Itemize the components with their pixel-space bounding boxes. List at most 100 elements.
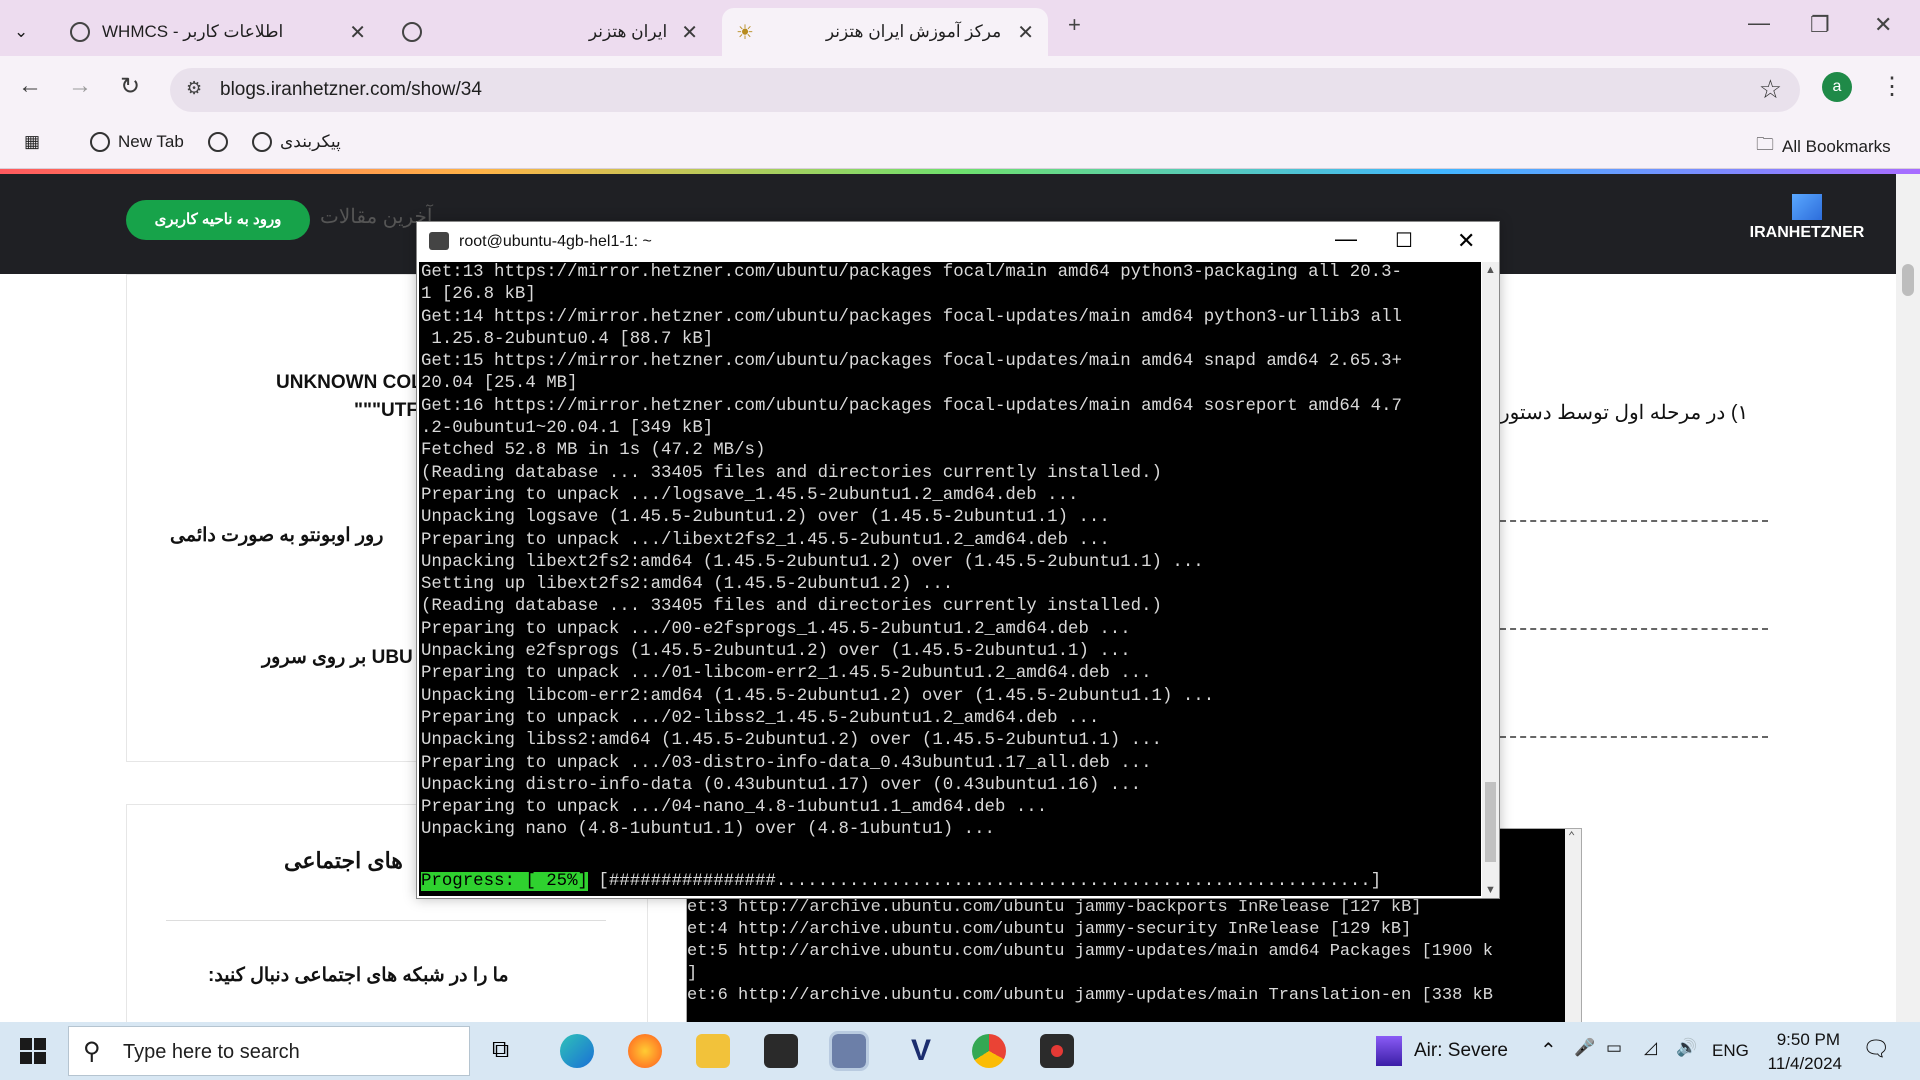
taskbar-search-input[interactable]: ⚲ Type here to search bbox=[68, 1026, 470, 1076]
start-windows-icon[interactable] bbox=[20, 1038, 46, 1064]
divider bbox=[1500, 736, 1768, 738]
file-explorer-icon[interactable] bbox=[696, 1034, 730, 1068]
progress-line: Progress: [ 25%] [################......… bbox=[421, 871, 1392, 893]
terminal-lines: Get:13 https://mirror.hetzner.com/ubuntu… bbox=[421, 263, 1402, 840]
terminal-back-scrollbar[interactable]: ⌃ bbox=[1565, 829, 1581, 1023]
search-icon: ⚲ bbox=[83, 1038, 101, 1065]
weather-text[interactable]: Air: Severe bbox=[1414, 1040, 1508, 1062]
close-icon[interactable]: ✕ bbox=[1017, 20, 1034, 45]
scrollbar-thumb[interactable] bbox=[1485, 782, 1496, 862]
star-icon[interactable]: ☆ bbox=[1759, 74, 1782, 105]
minimize-icon[interactable]: — bbox=[1748, 10, 1770, 36]
back-icon[interactable]: ← bbox=[18, 72, 42, 100]
apps-grid-icon[interactable]: ▦ bbox=[24, 132, 40, 152]
tray-chevron-up-icon[interactable]: ⌃ bbox=[1540, 1038, 1557, 1063]
maximize-icon[interactable]: ☐ bbox=[1395, 228, 1413, 253]
tab-iranhetzner[interactable]: ایران هتزنر ✕ bbox=[388, 8, 712, 56]
bookmark-config[interactable]: پیکربندی bbox=[252, 132, 341, 152]
tab-whmcs[interactable]: WHMCS - اطلاعات کاربر ✕ bbox=[56, 8, 380, 56]
logo-text: IRANHETZNER bbox=[1749, 224, 1865, 241]
left-item-4[interactable]: UBU بر روی سرور bbox=[262, 646, 413, 669]
terminal-scrollbar[interactable]: ▲ ▼ bbox=[1482, 262, 1499, 898]
url-text: blogs.iranhetzner.com/show/34 bbox=[220, 79, 482, 100]
divider bbox=[1500, 520, 1768, 522]
progress-label: Progress: [ 25%] bbox=[421, 872, 588, 891]
social-heading: های اجتماعی bbox=[284, 848, 403, 873]
menu-kebab-icon[interactable]: ⋮ bbox=[1880, 72, 1904, 101]
recorder-icon[interactable] bbox=[1040, 1034, 1074, 1068]
putty-icon bbox=[429, 232, 449, 250]
firefox-icon[interactable] bbox=[628, 1034, 662, 1068]
terminal-output[interactable]: Get:13 https://mirror.hetzner.com/ubuntu… bbox=[419, 262, 1481, 896]
tab-label: مرکز آموزش ایران هتزنر bbox=[825, 22, 1002, 41]
battery-icon[interactable]: ▭ bbox=[1606, 1038, 1622, 1058]
left-item-3[interactable]: رور اوبونتو به صورت دائمی bbox=[170, 524, 383, 547]
terminal-window[interactable]: root@ubuntu-4gb-hel1-1: ~ — ☐ ✕ Get:13 h… bbox=[416, 221, 1500, 899]
close-window-icon[interactable]: ✕ bbox=[1874, 12, 1892, 38]
site-logo[interactable]: IRANHETZNER bbox=[1742, 194, 1872, 254]
terminal-titlebar[interactable]: root@ubuntu-4gb-hel1-1: ~ — ☐ ✕ bbox=[417, 222, 1499, 262]
login-button[interactable]: ورود به ناحیه کاربری bbox=[126, 200, 310, 240]
notifications-icon[interactable]: 🗨 bbox=[1862, 1036, 1890, 1062]
left-item-2[interactable]: """UTF bbox=[354, 400, 418, 422]
step-one-text: ۱) در مرحله اول توسط دستور bbox=[1500, 402, 1749, 424]
scrollbar-thumb[interactable] bbox=[1902, 264, 1914, 296]
clock-date[interactable]: 11/4/2024 bbox=[1762, 1054, 1842, 1074]
bookmark-label: New Tab bbox=[118, 132, 184, 151]
restore-icon[interactable]: ❐ bbox=[1810, 12, 1830, 38]
tab-search-dropdown[interactable]: ⌄ bbox=[0, 8, 54, 56]
chevron-up-icon: ▲ bbox=[1485, 264, 1496, 276]
browser-tab-strip: ⌄ WHMCS - اطلاعات کاربر ✕ ایران هتزنر ✕ … bbox=[0, 0, 1920, 56]
all-bookmarks[interactable]: 🗀 All Bookmarks bbox=[1756, 132, 1891, 162]
taskbar: ⚲ Type here to search ⧉ V Air: Severe ⌃ … bbox=[0, 1022, 1920, 1080]
left-item-1[interactable]: UNKNOWN COL bbox=[276, 372, 423, 394]
globe-icon bbox=[402, 22, 422, 42]
globe-icon bbox=[208, 132, 228, 152]
task-view-icon[interactable]: ⧉ bbox=[492, 1036, 509, 1064]
chevron-down-icon: ▼ bbox=[1485, 884, 1496, 896]
close-icon[interactable]: ✕ bbox=[1457, 228, 1475, 254]
browser-toolbar: ← → ↻ ⚙ blogs.iranhetzner.com/show/34 ☆ … bbox=[0, 56, 1920, 124]
chevron-up-icon: ⌃ bbox=[1568, 830, 1576, 844]
store-icon[interactable] bbox=[764, 1034, 798, 1068]
tab-label: WHMCS - اطلاعات کاربر bbox=[102, 22, 284, 41]
bookmarks-bar: ▦ New Tab پیکربندی 🗀 All Bookmarks bbox=[0, 124, 1920, 169]
bookmark-new-tab[interactable]: New Tab bbox=[90, 132, 184, 152]
globe-icon bbox=[90, 132, 110, 152]
close-icon[interactable]: ✕ bbox=[681, 20, 698, 45]
terminal-title: root@ubuntu-4gb-hel1-1: ~ bbox=[459, 233, 652, 250]
vpn-v-icon[interactable]: V bbox=[904, 1034, 938, 1068]
reload-icon[interactable]: ↻ bbox=[120, 72, 140, 101]
address-bar[interactable]: ⚙ blogs.iranhetzner.com/show/34 ☆ bbox=[170, 68, 1800, 112]
clock-time[interactable]: 9:50 PM bbox=[1770, 1030, 1840, 1050]
bookmark-label: پیکربندی bbox=[280, 132, 341, 151]
edge-icon[interactable] bbox=[560, 1034, 594, 1068]
chrome-icon[interactable] bbox=[972, 1034, 1006, 1068]
logo-mark-icon bbox=[1792, 194, 1822, 220]
microphone-icon[interactable]: 🎤 bbox=[1574, 1038, 1595, 1058]
forward-icon[interactable]: → bbox=[68, 72, 92, 100]
language-indicator[interactable]: ENG bbox=[1712, 1041, 1749, 1061]
folder-icon: 🗀 bbox=[1756, 134, 1774, 154]
site-settings-icon[interactable]: ⚙ bbox=[186, 78, 202, 99]
chevron-down-icon: ⌄ bbox=[14, 22, 29, 41]
tab-iranhetzner-training[interactable]: ☀ مرکز آموزش ایران هتزنر ✕ bbox=[722, 8, 1048, 56]
air-quality-icon bbox=[1376, 1036, 1402, 1066]
divider bbox=[1500, 628, 1768, 630]
network-icon[interactable]: ◿ bbox=[1644, 1038, 1657, 1058]
new-tab-button[interactable]: + bbox=[1068, 12, 1081, 38]
search-placeholder: Type here to search bbox=[123, 1041, 300, 1063]
tab-label: ایران هتزنر bbox=[588, 22, 668, 41]
page-scrollbar[interactable] bbox=[1896, 174, 1920, 1022]
putty-taskbar-icon[interactable] bbox=[829, 1031, 869, 1071]
progress-bar: [################.......................… bbox=[587, 872, 1392, 891]
globe-icon bbox=[252, 132, 272, 152]
all-bookmarks-label: All Bookmarks bbox=[1782, 137, 1891, 156]
bookmark-globe[interactable] bbox=[208, 132, 228, 152]
close-icon[interactable]: ✕ bbox=[349, 20, 366, 45]
sun-icon: ☀ bbox=[736, 21, 754, 44]
divider bbox=[166, 920, 606, 921]
volume-icon[interactable]: 🔊 bbox=[1676, 1038, 1697, 1058]
profile-avatar[interactable]: a bbox=[1822, 72, 1852, 102]
minimize-icon[interactable]: — bbox=[1335, 226, 1357, 252]
